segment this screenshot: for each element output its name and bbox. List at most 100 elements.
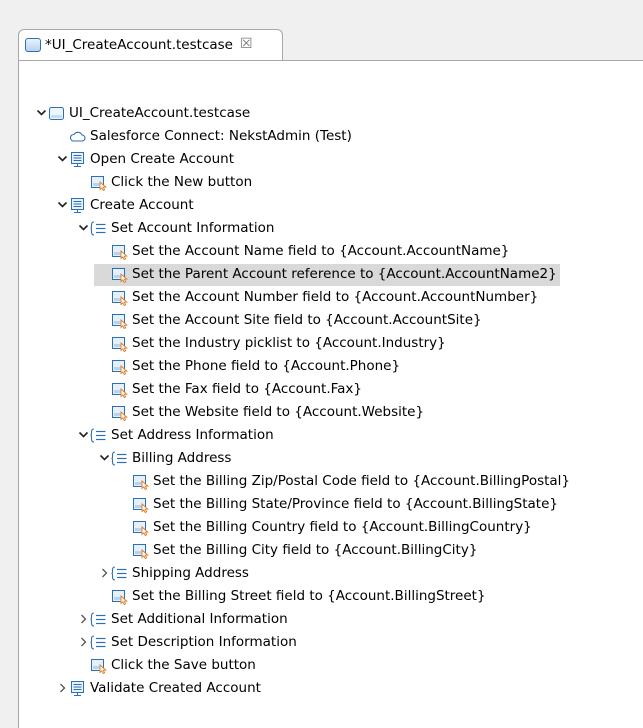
step-click-icon	[132, 542, 149, 559]
tree-node-label: UI_CreateAccount.testcase	[69, 105, 251, 121]
tree-node-label: Set the Billing State/Province field to …	[153, 496, 558, 512]
tree-node-label: Salesforce Connect: NekstAdmin (Test)	[90, 128, 352, 144]
step-click-icon	[90, 657, 107, 674]
step-click-icon	[111, 312, 128, 329]
tree-node[interactable]: Validate Created Account	[56, 677, 261, 699]
step-click-icon	[111, 358, 128, 375]
tree-node-label: Click the Save button	[111, 657, 256, 673]
chevron-right-icon[interactable]	[77, 631, 90, 653]
tree-node[interactable]: Set the Billing City field to {Account.B…	[119, 539, 477, 561]
chevron-down-icon[interactable]	[77, 217, 90, 239]
tree-node[interactable]: Set the Phone field to {Account.Phone}	[98, 355, 400, 377]
step-click-icon	[111, 588, 128, 605]
editor-tab-bar: *UI_CreateAccount.testcase ☒	[0, 0, 643, 61]
chevron-down-icon[interactable]	[56, 194, 69, 216]
step-click-icon	[132, 496, 149, 513]
step-click-icon	[111, 404, 128, 421]
tree-node[interactable]: Set the Parent Account reference to {Acc…	[94, 263, 560, 286]
tree-node[interactable]: Set Description Information	[77, 631, 297, 653]
chevron-down-icon[interactable]	[98, 447, 111, 469]
screen-icon	[69, 197, 86, 214]
tree-node[interactable]: Set Address Information	[77, 424, 274, 446]
tree-node-label: Set the Billing Country field to {Accoun…	[153, 519, 532, 535]
step-click-icon	[111, 266, 128, 283]
tab-title: *UI_CreateAccount.testcase	[45, 37, 233, 53]
screen-icon	[69, 680, 86, 697]
tree-node-label: Create Account	[90, 197, 194, 213]
tree-node-label: Set the Website field to {Account.Websit…	[132, 404, 425, 420]
tree-node-label: Set the Parent Account reference to {Acc…	[132, 266, 557, 282]
cloud-icon	[69, 128, 86, 145]
tree-node[interactable]: Click the New button	[77, 171, 252, 193]
tree-node-label: Set the Billing City field to {Account.B…	[153, 542, 478, 558]
testcase-tree: UI_CreateAccount.testcase Salesforce Conn…	[19, 61, 643, 728]
tree-node[interactable]: Set Account Information	[77, 217, 274, 239]
tree-node-label: Open Create Account	[90, 151, 235, 167]
testcase-editor: UI_CreateAccount.testcase Salesforce Conn…	[18, 60, 643, 728]
chevron-down-icon[interactable]	[77, 424, 90, 446]
tree-node-label: Set the Phone field to {Account.Phone}	[132, 358, 401, 374]
tree-node[interactable]: Set the Billing Country field to {Accoun…	[119, 516, 532, 538]
tree-node[interactable]: Set the Website field to {Account.Websit…	[98, 401, 424, 423]
section-list-icon	[111, 450, 128, 467]
tree-node[interactable]: Create Account	[56, 194, 194, 216]
tree-node-label: Billing Address	[132, 450, 232, 466]
tree-node-label: Set Description Information	[111, 634, 297, 650]
tree-node[interactable]: Set the Billing Street field to {Account…	[98, 585, 486, 607]
tree-node-label: Validate Created Account	[90, 680, 261, 696]
tree-node-label: Set Account Information	[111, 220, 275, 236]
tree-node[interactable]: Salesforce Connect: NekstAdmin (Test)	[56, 125, 352, 147]
tree-node[interactable]: Set the Account Number field to {Account…	[98, 286, 538, 308]
tree-node[interactable]: Set the Account Name field to {Account.A…	[98, 240, 509, 262]
tree-node-label: Set Address Information	[111, 427, 274, 443]
chevron-right-icon[interactable]	[56, 677, 69, 699]
tree-node-label: Set Additional Information	[111, 611, 288, 627]
tree-node[interactable]: Set the Billing Zip/Postal Code field to…	[119, 470, 570, 492]
tree-node-label: Click the New button	[111, 174, 253, 190]
tree-node[interactable]: Set the Fax field to {Account.Fax}	[98, 378, 362, 400]
step-click-icon	[111, 335, 128, 352]
step-click-icon	[111, 243, 128, 260]
tree-node-label: Set the Fax field to {Account.Fax}	[132, 381, 363, 397]
tree-node-label: Set the Account Number field to {Account…	[132, 289, 539, 305]
close-icon[interactable]: ☒	[240, 36, 253, 52]
tree-node[interactable]: Set the Billing State/Province field to …	[119, 493, 558, 515]
tree-node[interactable]: Click the Save button	[77, 654, 256, 676]
tree-node[interactable]: UI_CreateAccount.testcase	[35, 102, 250, 124]
tree-node-label: Shipping Address	[132, 565, 249, 581]
section-list-icon	[90, 220, 107, 237]
chevron-down-icon[interactable]	[35, 102, 48, 124]
testcase-file-icon	[48, 105, 65, 122]
chevron-right-icon[interactable]	[77, 608, 90, 630]
tree-node[interactable]: Billing Address	[98, 447, 231, 469]
tree-node[interactable]: Set Additional Information	[77, 608, 288, 630]
section-list-icon	[90, 611, 107, 628]
chevron-down-icon[interactable]	[56, 148, 69, 170]
chevron-right-icon[interactable]	[98, 562, 111, 584]
editor-tab[interactable]: *UI_CreateAccount.testcase ☒	[18, 29, 283, 61]
tree-node-label: Set the Account Site field to {Account.A…	[132, 312, 482, 328]
tree-node[interactable]: Shipping Address	[98, 562, 249, 584]
tree-node-label: Set the Industry picklist to {Account.In…	[132, 335, 446, 351]
step-click-icon	[132, 519, 149, 536]
tree-node[interactable]: Open Create Account	[56, 148, 234, 170]
step-click-icon	[90, 174, 107, 191]
tree-node-label: Set the Billing Zip/Postal Code field to…	[153, 473, 571, 489]
tree-node[interactable]: Set the Industry picklist to {Account.In…	[98, 332, 446, 354]
tree-node[interactable]: Set the Account Site field to {Account.A…	[98, 309, 482, 331]
